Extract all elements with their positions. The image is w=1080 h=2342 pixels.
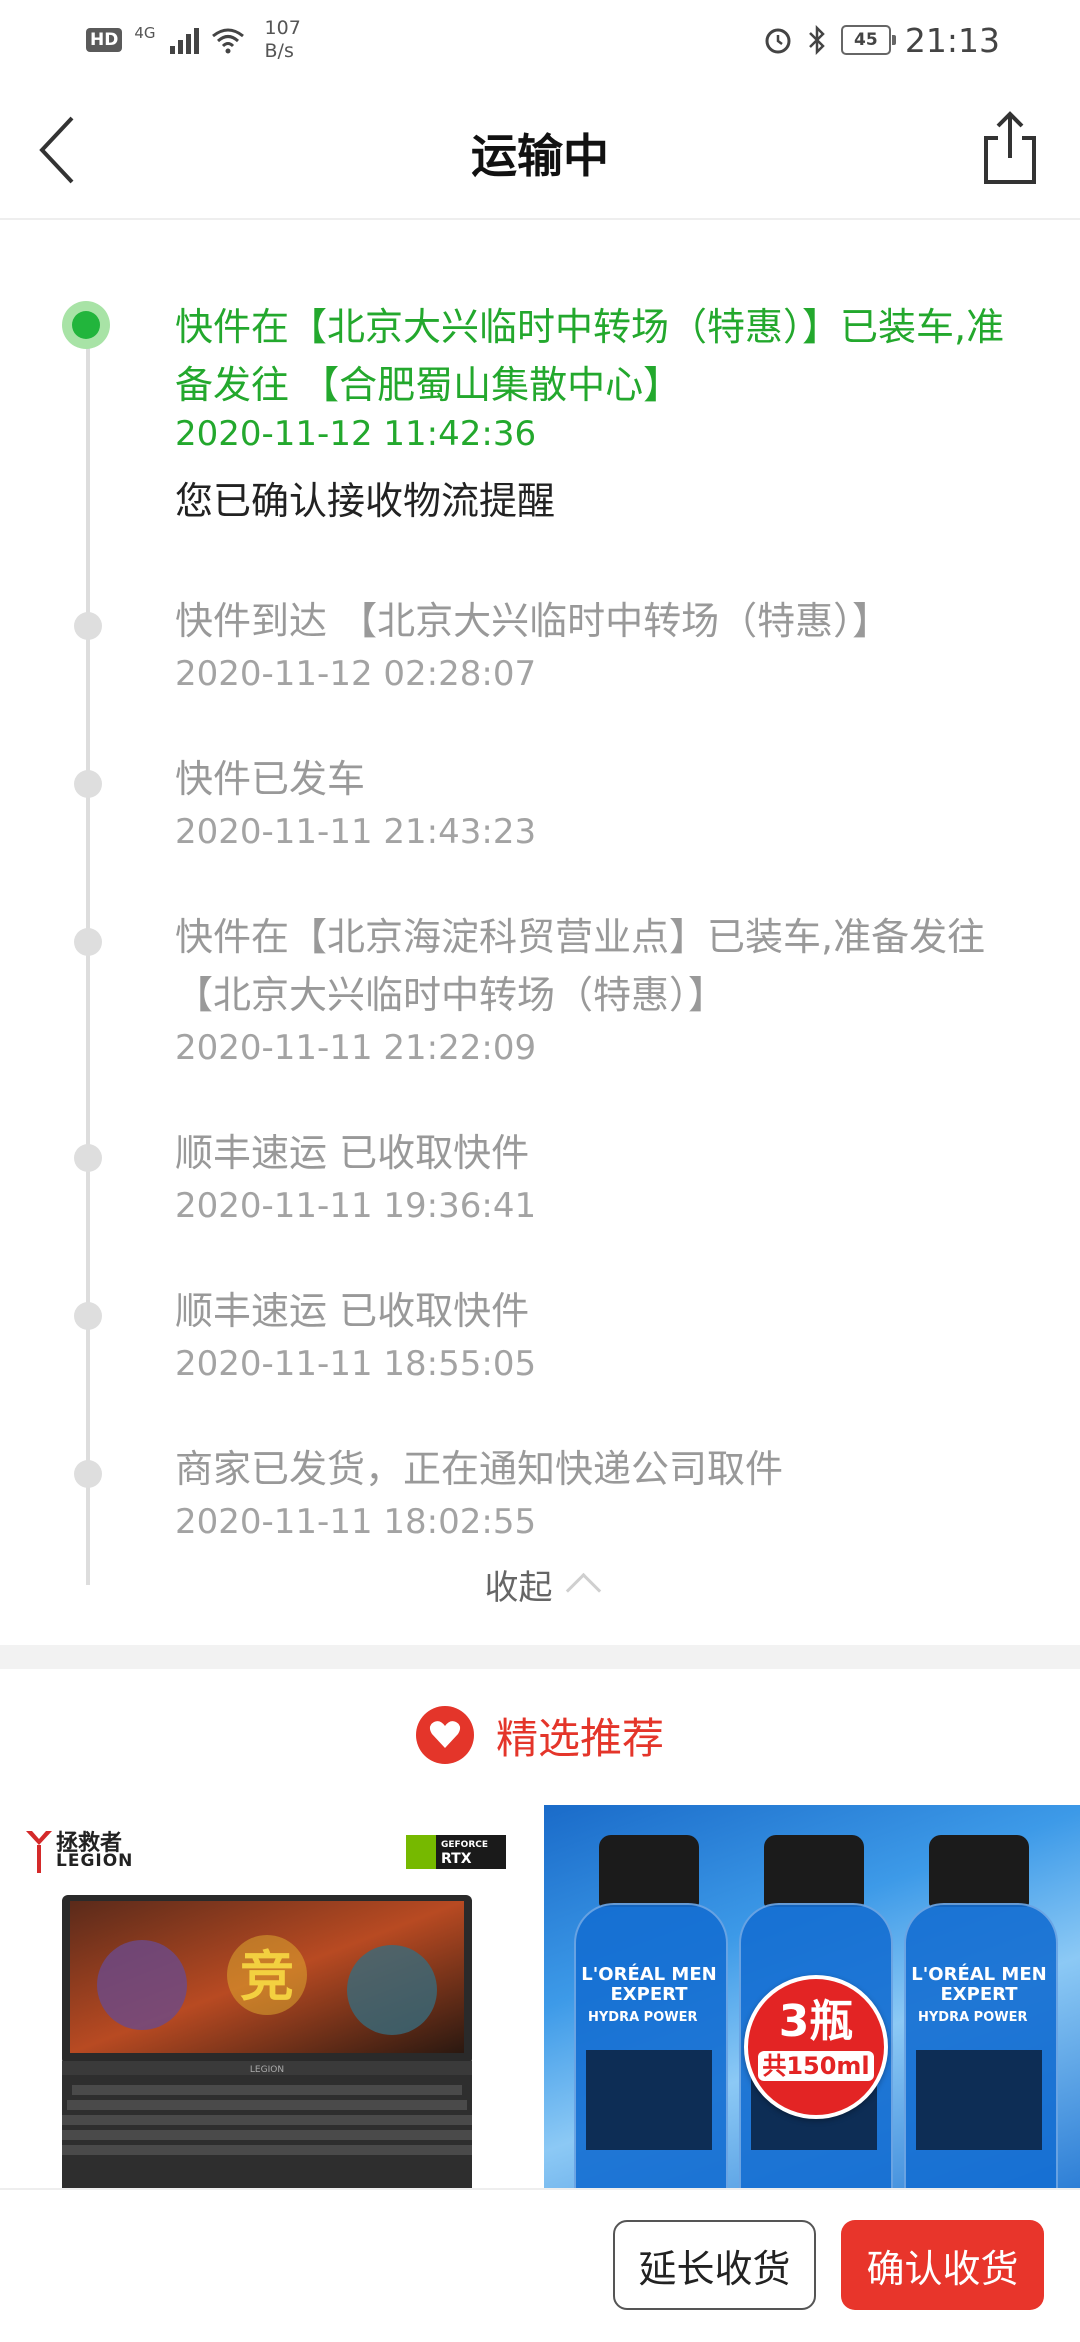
- extend-receipt-button[interactable]: 延长收货: [613, 2220, 816, 2310]
- network-speed: 107 B/s: [265, 17, 301, 63]
- section-divider: [0, 1645, 1080, 1669]
- rtx-badge-main: RTX: [441, 1851, 472, 1867]
- status-left: HD 4G 107 B/s: [86, 14, 301, 66]
- laptop-image: 竞 LEGION: [62, 1895, 472, 2188]
- status-right: 45 21:13: [763, 16, 1000, 64]
- timeline-dot: [74, 928, 102, 956]
- timeline-time: 2020-11-12 11:42:36: [175, 414, 537, 454]
- timeline-text: 商家已发货，正在通知快递公司取件: [175, 1447, 784, 1491]
- bottle-image: L'ORÉAL MEN EXPERT HYDRA POWER: [904, 1835, 1058, 2188]
- timeline-dot: [74, 612, 102, 640]
- collapse-button[interactable]: 收起: [0, 1560, 1080, 1609]
- bottle-line: HYDRA POWER: [588, 2010, 698, 2025]
- timeline-dot: [74, 1460, 102, 1488]
- timeline-text: 快件到达 【北京大兴临时中转场（特惠）】: [175, 599, 891, 643]
- product-card-skincare[interactable]: L'ORÉAL MEN EXPERT HYDRA POWER L'ORÉAL M…: [544, 1805, 1080, 2188]
- bottle-line: HYDRA POWER: [918, 2010, 1028, 2025]
- hd-badge: HD: [86, 28, 123, 52]
- share-button[interactable]: [976, 108, 1044, 188]
- timeline-text: 快件在【北京大兴临时中转场（特惠）】已装车,准备发往 【合肥蜀山集散中心】: [175, 305, 1005, 407]
- network-type: 4G: [134, 24, 156, 42]
- timeline-text: 快件在【北京海淀科贸营业点】已装车,准备发往 【北京大兴临时中转场（特惠）】: [175, 915, 986, 1017]
- timeline-time: 2020-11-11 21:22:09: [175, 1028, 537, 1068]
- recommend-header: 精选推荐: [0, 1700, 1080, 1770]
- quantity-badge-small: 共150ml: [758, 2051, 874, 2081]
- laptop-label: LEGION: [250, 2065, 284, 2075]
- rtx-badge: GEFORCE RTX: [406, 1835, 506, 1869]
- timeline-dot: [74, 1144, 102, 1172]
- speed-value: 107: [264, 17, 301, 39]
- timeline-dot-active: [62, 301, 110, 349]
- alarm-icon: [765, 28, 791, 54]
- signal-icon: [169, 26, 199, 54]
- timeline-time: 2020-11-11 18:02:55: [175, 1502, 537, 1542]
- legion-brand-en: LEGION: [56, 1851, 134, 1871]
- screen-char: 竞: [240, 1945, 294, 2008]
- collapse-label: 收起: [484, 1568, 553, 1608]
- battery-icon: 45: [840, 25, 896, 55]
- share-icon: [984, 111, 1036, 184]
- timeline-time: 2020-11-11 18:55:05: [175, 1344, 537, 1384]
- quantity-badge: 3瓶 共150ml: [744, 1975, 888, 2119]
- timeline-text: 顺丰速运 已收取快件: [175, 1131, 530, 1175]
- product-grid: 拯救者 LEGION GEFORCE RTX 竞 LEGION L'ORÉAL …: [0, 1805, 1080, 2188]
- timeline-dot: [74, 770, 102, 798]
- timeline-time: 2020-11-12 02:28:07: [175, 654, 537, 694]
- heart-icon: [415, 1706, 474, 1764]
- status-bar: HD 4G 107 B/s 45 21:13: [0, 0, 1080, 80]
- bottle-brand: L'ORÉAL MEN EXPERT: [911, 1964, 1047, 2005]
- bluetooth-icon: [809, 25, 825, 55]
- bottle-image: L'ORÉAL MEN EXPERT HYDRA POWER: [574, 1835, 728, 2188]
- clock: 21:13: [904, 20, 1000, 60]
- legion-logo: 拯救者 LEGION: [24, 1823, 144, 1879]
- header: 运输中: [0, 80, 1080, 220]
- confirm-receipt-button[interactable]: 确认收货: [841, 2220, 1044, 2310]
- logistics-timeline: 快件在【北京大兴临时中转场（特惠）】已装车,准备发往 【合肥蜀山集散中心】 20…: [0, 220, 1080, 1640]
- bottle-brand: L'ORÉAL MEN EXPERT: [581, 1964, 717, 2005]
- quantity-badge-big: 3瓶: [778, 1996, 854, 2047]
- speed-unit: B/s: [264, 40, 294, 62]
- wifi-icon: [211, 28, 244, 54]
- recommend-title: 精选推荐: [495, 1713, 664, 1763]
- product-card-laptop[interactable]: 拯救者 LEGION GEFORCE RTX 竞 LEGION: [0, 1805, 536, 2188]
- chevron-up-icon: [565, 1572, 601, 1609]
- rtx-badge-top: GEFORCE: [441, 1840, 489, 1850]
- page-title: 运输中: [471, 129, 609, 183]
- timeline-dot: [74, 1302, 102, 1330]
- bottom-action-bar: 延长收货 确认收货: [0, 2188, 1080, 2342]
- timeline-time: 2020-11-11 21:43:23: [175, 812, 537, 852]
- timeline-text: 快件已发车: [175, 757, 366, 801]
- timeline-time: 2020-11-11 19:36:41: [175, 1186, 537, 1226]
- battery-level: 45: [854, 30, 878, 50]
- timeline-text: 顺丰速运 已收取快件: [175, 1289, 530, 1333]
- timeline-note: 您已确认接收物流提醒: [175, 479, 556, 523]
